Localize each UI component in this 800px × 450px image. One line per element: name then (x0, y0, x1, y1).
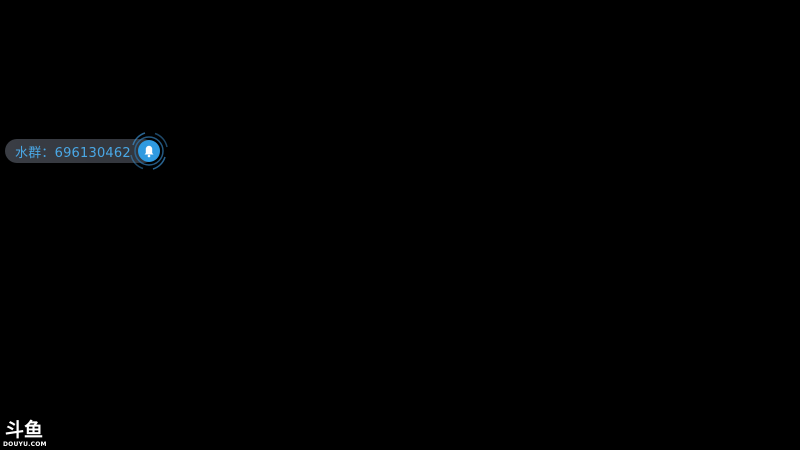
bell-icon (130, 132, 168, 170)
douyu-logo-subtext: DOUYU.COM (3, 441, 47, 448)
video-frame: 水群：696130462 斗鱼 DOUYU.COM (0, 0, 800, 450)
group-number-text: 水群：696130462 (15, 145, 131, 161)
douyu-watermark: 斗鱼 DOUYU.COM (2, 419, 52, 449)
notification-badge (123, 125, 175, 177)
douyu-logo-text: 斗鱼 (5, 419, 44, 441)
